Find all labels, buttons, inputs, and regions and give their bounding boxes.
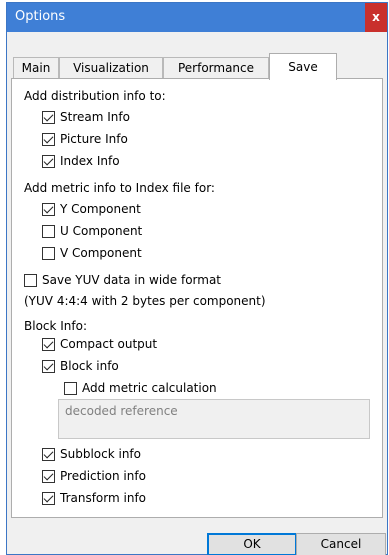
tab-main[interactable]: Main [13, 57, 59, 79]
checkbox-icon[interactable] [42, 132, 55, 146]
checkbox-icon[interactable] [42, 246, 55, 260]
checkbox-icon[interactable] [42, 154, 55, 168]
v-component-checkbox[interactable]: V Component [42, 246, 142, 260]
metric-header: Add metric info to Index file for: [24, 181, 215, 195]
checkbox-icon[interactable] [42, 447, 55, 461]
add-metric-calculation-checkbox[interactable]: Add metric calculation [64, 381, 217, 395]
checkbox-icon[interactable] [42, 491, 55, 505]
checkbox-icon[interactable] [42, 110, 55, 124]
close-button[interactable]: x [365, 3, 387, 32]
index-info-checkbox[interactable]: Index Info [42, 154, 120, 168]
save-tab-panel: Add distribution info to: Stream Info Pi… [11, 78, 383, 518]
checkbox-icon[interactable] [42, 202, 55, 216]
save-yuv-wide-checkbox[interactable]: Save YUV data in wide format [24, 273, 221, 287]
ok-button[interactable]: OK [207, 533, 297, 555]
checkbox-icon[interactable] [42, 359, 55, 373]
compact-output-checkbox[interactable]: Compact output [42, 337, 157, 351]
title-bar[interactable]: Options x [7, 3, 387, 32]
tab-save[interactable]: Save [269, 53, 337, 80]
stream-info-checkbox[interactable]: Stream Info [42, 110, 130, 124]
tab-performance[interactable]: Performance [163, 57, 269, 79]
u-component-checkbox[interactable]: U Component [42, 224, 142, 238]
options-dialog: Options x Main Visualization Performance… [6, 2, 388, 555]
tab-visualization[interactable]: Visualization [59, 57, 163, 79]
picture-info-checkbox[interactable]: Picture Info [42, 132, 128, 146]
reference-input[interactable]: decoded reference [58, 399, 370, 439]
checkbox-icon[interactable] [64, 381, 77, 395]
cancel-button[interactable]: Cancel [296, 533, 386, 555]
y-component-checkbox[interactable]: Y Component [42, 202, 141, 216]
tab-bar: Main Visualization Performance Save [11, 53, 383, 80]
yuv-format-note: (YUV 4:4:4 with 2 bytes per component) [24, 294, 266, 308]
checkbox-icon[interactable] [42, 337, 55, 351]
distribution-header: Add distribution info to: [24, 89, 166, 103]
block-info-checkbox[interactable]: Block info [42, 359, 119, 373]
subblock-info-checkbox[interactable]: Subblock info [42, 447, 141, 461]
dialog-title: Options [15, 9, 66, 24]
checkbox-icon[interactable] [24, 273, 37, 287]
prediction-info-checkbox[interactable]: Prediction info [42, 469, 146, 483]
block-info-header: Block Info: [24, 319, 88, 333]
transform-info-checkbox[interactable]: Transform info [42, 491, 146, 505]
checkbox-icon[interactable] [42, 469, 55, 483]
checkbox-icon[interactable] [42, 224, 55, 238]
